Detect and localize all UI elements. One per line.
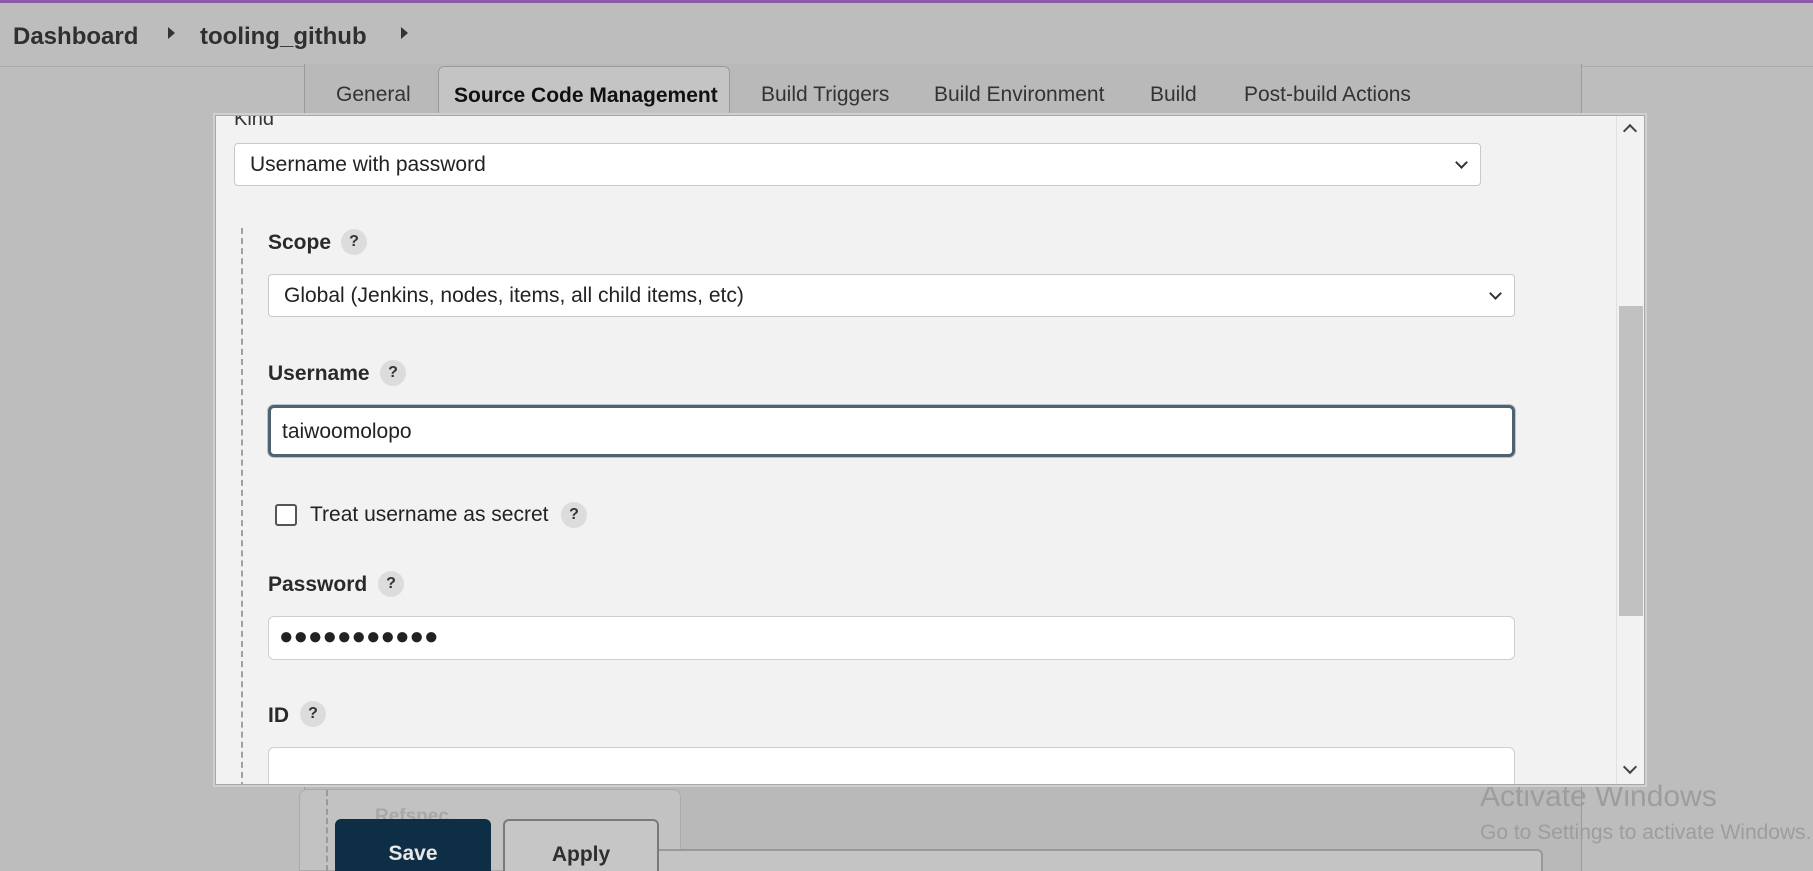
treat-username-secret-label[interactable]: Treat username as secret [310,503,549,527]
scrollbar-thumb[interactable] [1619,306,1643,616]
dialog-content: Kind Username with password Scope ? Glob… [216,116,1616,784]
save-button[interactable]: Save [335,819,491,871]
tab-post-build-actions[interactable]: Post-build Actions [1244,83,1411,107]
chevron-down-icon [1489,287,1502,300]
form-guide [241,228,243,784]
section-guide [326,790,328,871]
help-icon[interactable]: ? [341,229,367,255]
tab-build-triggers[interactable]: Build Triggers [761,83,889,107]
tab-build-environment[interactable]: Build Environment [934,83,1104,107]
chevron-down-icon [1455,156,1468,169]
help-icon[interactable]: ? [378,571,404,597]
chevron-up-icon[interactable] [1622,123,1638,139]
help-icon[interactable]: ? [380,360,406,386]
password-label: Password [268,573,368,596]
id-label: ID [268,704,289,727]
password-masked-value: ●●●●●●●●●●● [279,623,439,650]
tab-general[interactable]: General [336,83,411,107]
username-value: taiwoomolopo [282,420,412,443]
tab-label: Source Code Management [454,84,718,107]
help-icon[interactable]: ? [561,502,587,528]
tab-source-code-management[interactable]: Source Code Management [438,66,730,122]
kind-label: Kind [234,115,275,130]
scope-label: Scope [268,231,332,254]
breadcrumb-job[interactable]: tooling_github [200,23,367,51]
activation-watermark-subtitle: Go to Settings to activate Windows. [1480,821,1812,844]
chevron-right-icon[interactable] [401,27,408,39]
chevron-right-icon[interactable] [168,27,175,39]
dialog-scrollbar[interactable] [1616,116,1644,784]
breadcrumb-dashboard[interactable]: Dashboard [13,23,138,51]
tab-build[interactable]: Build [1150,83,1197,107]
activation-watermark-title: Activate Windows [1480,780,1717,813]
refspec-input[interactable] [640,849,1543,871]
add-credentials-dialog: Kind Username with password Scope ? Glob… [215,115,1645,785]
config-tabs: General Source Code Management Build Tri… [304,64,1582,122]
username-label: Username [268,362,370,385]
help-icon[interactable]: ? [300,701,326,727]
kind-select-value: Username with password [250,153,486,176]
scope-select-value: Global (Jenkins, nodes, items, all child… [284,284,744,307]
password-input[interactable]: ●●●●●●●●●●● [268,616,1515,660]
username-input[interactable]: taiwoomolopo [268,405,1515,457]
treat-username-secret-checkbox[interactable] [275,504,297,526]
chevron-down-icon[interactable] [1622,759,1638,775]
id-input[interactable] [268,747,1515,784]
scope-select[interactable]: Global (Jenkins, nodes, items, all child… [268,274,1515,317]
breadcrumb: Dashboard tooling_github [0,3,1813,67]
kind-select[interactable]: Username with password [234,143,1481,186]
apply-button[interactable]: Apply [503,819,659,871]
